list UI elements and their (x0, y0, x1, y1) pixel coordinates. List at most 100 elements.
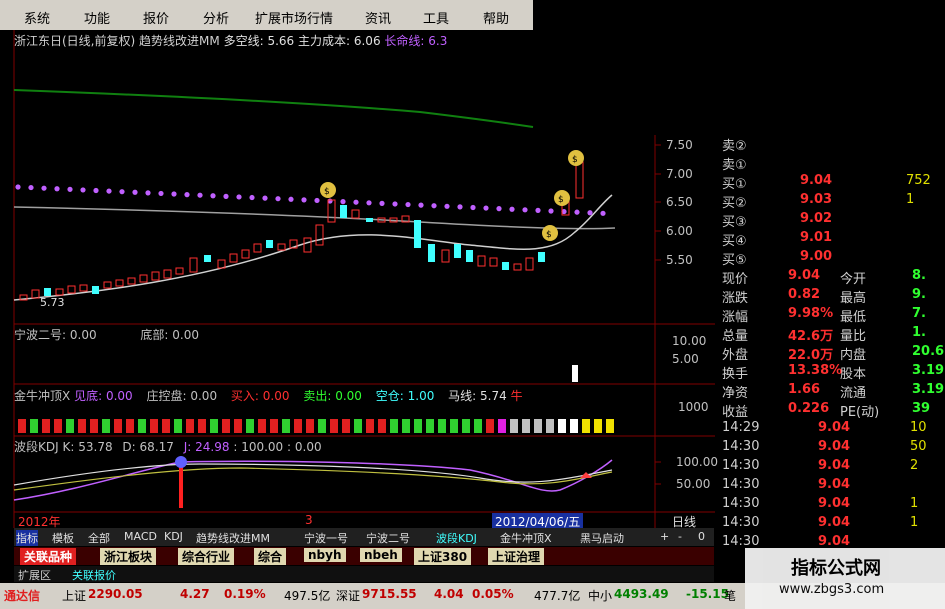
zx-label: 中小 (588, 589, 613, 603)
orderbook-price: 9.01 (800, 230, 833, 245)
tick-volume: 10 (910, 420, 927, 435)
sh-percent: 0.19% (224, 587, 266, 601)
panel3-axis-label: 100.00 (676, 455, 718, 469)
quote-row: 买① 9.04 752 (718, 172, 945, 192)
life-dot (366, 200, 372, 206)
cat-sh-governance[interactable]: 上证治理 (488, 548, 545, 565)
cat-related[interactable]: 关联品种 (20, 548, 77, 565)
cat-sh380[interactable]: 上证380 (414, 548, 472, 565)
life-dot (93, 187, 99, 194)
candle (428, 244, 435, 262)
orderbook-label: 卖① (722, 158, 747, 173)
tab-heima[interactable]: 黑马启动 (580, 530, 624, 546)
cat-zhejiang[interactable]: 浙江板块 (100, 548, 157, 565)
stat-value: 3.19 (912, 363, 945, 378)
quote-row: 14:30 9.04 2 (718, 457, 945, 476)
tick-price: 9.04 (818, 515, 851, 530)
signal-bar (66, 419, 74, 433)
signal-bar (486, 419, 494, 433)
cat-nbeh[interactable]: nbeh (360, 548, 402, 562)
coin-icon: $ $ $ $ (320, 150, 584, 241)
life-dot (587, 210, 593, 216)
signal-bar (30, 419, 38, 433)
zk-value: 0.00 (190, 389, 218, 403)
life-dot (509, 206, 515, 212)
price-axis-label: 6.00 (666, 224, 693, 238)
stat-label: 今开 (840, 272, 867, 287)
panel2-header: 金牛冲顶X 见底: 0.00 庄控盘: 0.00 买入: 0.00 卖出: 0.… (14, 387, 523, 404)
price-axis-label: 6.50 (666, 195, 693, 209)
tab-kdj[interactable]: KDJ (164, 530, 183, 543)
stat-value: 1.66 (788, 382, 821, 397)
signal-bar (402, 419, 410, 433)
life-dot (418, 202, 424, 208)
tab-add-button[interactable]: + (660, 530, 669, 543)
life-dot (262, 195, 268, 201)
watermark-title: 指标公式网 (791, 558, 881, 579)
d-label: D: (122, 440, 136, 454)
tab-macd[interactable]: MACD (124, 530, 157, 543)
tick-time: 14:30 (722, 439, 760, 454)
tab-indicator[interactable]: 指标 (16, 530, 38, 546)
price-axis-label: 5.50 (666, 253, 693, 267)
orderbook-label: 买① (722, 177, 747, 192)
empty-value: 1.00 (407, 389, 435, 403)
sub-tab-extended[interactable]: 扩展区 (18, 567, 51, 583)
orderbook-volume: 752 (906, 173, 931, 188)
life-dot (197, 192, 203, 198)
signal-bar (438, 419, 446, 433)
tick-price: 9.04 (818, 420, 851, 435)
tab-zero-button[interactable]: 0 (698, 530, 705, 543)
sub-tab-related-quote[interactable]: 关联报价 (72, 567, 116, 583)
stat-label: 换手 (722, 367, 749, 382)
zx-change: -15.15 (686, 587, 729, 601)
signal-bar (462, 419, 470, 433)
stat-label: 量比 (840, 329, 867, 344)
stat-label: 股本 (840, 367, 867, 382)
tab-trend-mm[interactable]: 趋势线改进MM (196, 530, 270, 546)
tab-jinniu[interactable]: 金牛冲顶X (500, 530, 552, 546)
j-label: J: (183, 440, 192, 454)
tick-volume: 50 (910, 439, 927, 454)
svg-text:$: $ (572, 155, 578, 165)
life-dot (275, 196, 281, 202)
signal-bar (498, 419, 506, 433)
candle (414, 220, 421, 248)
tick-time: 14:30 (722, 534, 760, 549)
sh-amount: 497.5亿 (284, 589, 331, 603)
life-dot (80, 187, 86, 193)
life-dot (41, 185, 47, 191)
tab-band-kdj[interactable]: 波段KDJ (436, 530, 477, 546)
k-label: K: (62, 440, 75, 454)
cat-comprehensive[interactable]: 综合 (254, 548, 287, 565)
price-axis-label: 7.50 (666, 138, 693, 152)
panel1-v1: 0.00 (69, 328, 97, 342)
orderbook-label: 买④ (722, 234, 747, 249)
stat-value: 39 (912, 401, 931, 416)
candle (340, 205, 347, 218)
watermark: 指标公式网 www.zbgs3.com (745, 548, 945, 609)
candle (151, 271, 160, 281)
candle (175, 267, 184, 275)
cat-industry[interactable]: 综合行业 (178, 548, 235, 565)
candle (277, 243, 286, 251)
bottom-end-label: 笔 (724, 589, 737, 603)
indicator-name: 趋势线改进MM (139, 34, 220, 48)
indicator-tabs: 指标 模板 全部 MACD KDJ 趋势线改进MM 宁波一号 宁波二号 波段KD… (14, 528, 714, 546)
sell-label: 卖出: (303, 389, 332, 403)
cat-nbyh[interactable]: nbyh (304, 548, 346, 562)
life-dot (28, 184, 34, 191)
life-dot (522, 207, 528, 213)
signal-bar (282, 419, 290, 433)
zx-value: 4493.49 (614, 587, 669, 601)
life-dot (106, 188, 112, 194)
signal-bar (270, 419, 278, 433)
candle (204, 255, 211, 262)
tab-all[interactable]: 全部 (88, 530, 110, 546)
tab-template[interactable]: 模板 (52, 530, 74, 546)
tab-remove-button[interactable]: - (678, 530, 682, 543)
tab-ningbo2[interactable]: 宁波二号 (366, 530, 410, 546)
signal-bar (390, 419, 398, 433)
tab-ningbo1[interactable]: 宁波一号 (304, 530, 348, 546)
signal-bar (294, 419, 302, 433)
